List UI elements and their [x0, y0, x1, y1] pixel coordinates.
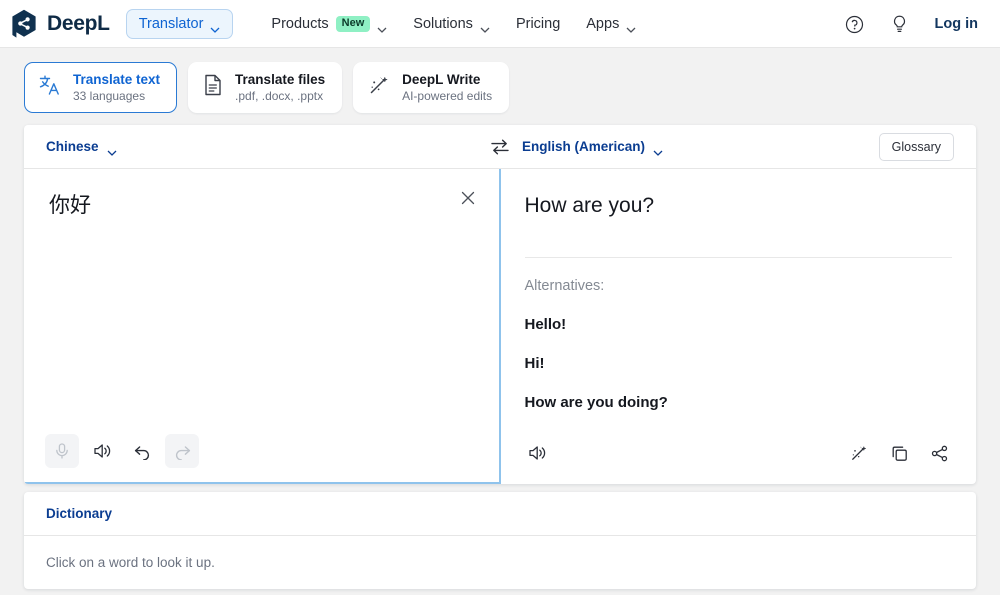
- login-button[interactable]: Log in: [935, 16, 979, 32]
- speaker-icon[interactable]: [521, 436, 555, 470]
- primary-navigation: Products New Solutions Pricing Apps: [271, 16, 636, 33]
- speaker-icon[interactable]: [85, 434, 119, 468]
- lightbulb-icon[interactable]: [890, 14, 909, 34]
- dictionary-title[interactable]: Dictionary: [46, 506, 112, 521]
- chevron-down-icon: [480, 21, 490, 33]
- document-icon: [202, 73, 224, 102]
- share-icon[interactable]: [922, 436, 956, 470]
- nav-item-solutions[interactable]: Solutions: [413, 16, 490, 33]
- nav-item-products[interactable]: Products New: [271, 16, 387, 33]
- nav-item-label: Apps: [586, 16, 620, 32]
- target-language-selector[interactable]: English (American): [522, 139, 663, 156]
- target-toolbar: [501, 422, 977, 484]
- tab-title: DeepL Write: [402, 72, 481, 87]
- alternatives-divider: [524, 256, 952, 258]
- chevron-down-icon: [626, 21, 636, 33]
- tab-title: Translate text: [73, 72, 161, 87]
- nav-item-label: Pricing: [515, 16, 561, 32]
- clear-source-button[interactable]: [455, 185, 481, 211]
- source-language-selector[interactable]: Chinese: [46, 139, 117, 156]
- translation-output-area: How are you? Alternatives: Hello! Hi! Ho…: [501, 169, 977, 422]
- dictionary-empty-message: Click on a word to look it up.: [46, 555, 215, 571]
- tab-subtitle: 33 languages: [73, 88, 146, 103]
- redo-icon[interactable]: [165, 434, 199, 469]
- source-toolbar: [25, 420, 499, 482]
- tab-translate-text[interactable]: Translate text 33 languages: [24, 62, 178, 114]
- target-pane: How are you? Alternatives: Hello! Hi! Ho…: [501, 169, 977, 484]
- swap-languages-button[interactable]: [490, 138, 510, 156]
- nav-item-apps[interactable]: Apps: [586, 16, 636, 33]
- magic-wand-icon[interactable]: [842, 436, 876, 470]
- help-circle-icon[interactable]: [845, 15, 864, 34]
- brand-name: DeepL: [47, 12, 110, 35]
- tab-translate-files[interactable]: Translate files .pdf, .docx, .pptx: [188, 62, 343, 114]
- copy-icon[interactable]: [882, 436, 916, 470]
- product-selector-label: Translator: [138, 16, 204, 32]
- source-language-side: Chinese: [24, 125, 500, 168]
- source-input-area[interactable]: 你好: [25, 169, 499, 420]
- source-text[interactable]: 你好: [49, 191, 475, 221]
- alternative-item[interactable]: How are you doing?: [525, 394, 953, 411]
- dictionary-panel: Dictionary Click on a word to look it up…: [24, 492, 976, 590]
- alternative-item[interactable]: Hello!: [525, 316, 953, 333]
- tab-subtitle: .pdf, .docx, .pptx: [235, 88, 324, 103]
- new-badge: New: [335, 16, 371, 32]
- chevron-down-icon: [210, 21, 220, 33]
- nav-item-pricing[interactable]: Pricing: [516, 16, 560, 32]
- translate-text-icon: [38, 73, 62, 102]
- translation-panes: 你好 How are you? Alternatives: Hello! Hi!…: [24, 169, 977, 485]
- target-language-side: English (American) Glossary: [500, 125, 976, 168]
- top-navigation-bar: DeepL Translator Products New Solutions …: [0, 0, 1000, 48]
- chevron-down-icon: [653, 144, 663, 156]
- glossary-button[interactable]: Glossary: [878, 132, 954, 161]
- language-bar: Chinese English (American) Glossary: [24, 125, 976, 170]
- swap-arrows-icon: [491, 139, 509, 155]
- alternatives-label: Alternatives:: [524, 277, 605, 294]
- source-language-label: Chinese: [46, 139, 99, 155]
- nav-item-label: Solutions: [413, 16, 473, 32]
- deepl-logo-icon: [10, 9, 38, 39]
- alternative-item[interactable]: Hi!: [525, 355, 953, 372]
- translator-card: Chinese English (American) Glossary 你好 H…: [24, 125, 977, 485]
- product-selector-translator[interactable]: Translator: [125, 9, 234, 39]
- magic-wand-icon: [367, 73, 391, 102]
- close-icon: [461, 192, 474, 205]
- dictionary-header: Dictionary: [24, 492, 976, 537]
- microphone-icon[interactable]: [45, 434, 79, 469]
- translated-text: How are you?: [524, 194, 655, 218]
- tab-deepl-write[interactable]: DeepL Write AI-powered edits: [353, 62, 510, 114]
- source-pane: 你好: [25, 169, 501, 485]
- brand-logo[interactable]: DeepL: [10, 9, 110, 39]
- chevron-down-icon: [107, 144, 117, 156]
- nav-item-label: Products: [271, 16, 329, 32]
- tab-title: Translate files: [235, 72, 326, 87]
- tab-subtitle: AI-powered edits: [402, 88, 493, 103]
- mode-tabs: Translate text 33 languages Translate fi…: [0, 48, 1000, 114]
- target-language-label: English (American): [522, 139, 646, 155]
- chevron-down-icon: [377, 21, 387, 33]
- top-right-actions: Log in: [845, 14, 979, 34]
- undo-icon[interactable]: [125, 434, 159, 468]
